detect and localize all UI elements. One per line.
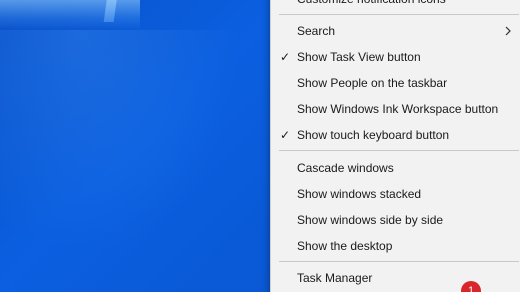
menu-item-label: Task Manager (297, 271, 373, 285)
menu-item-cascade-windows[interactable]: Cascade windows (271, 156, 520, 180)
menu-item-label: Show Windows Ink Workspace button (297, 102, 499, 116)
menu-item-show-task-view[interactable]: ✓ Show Task View button (271, 45, 520, 69)
menu-item-search[interactable]: Search (271, 19, 520, 43)
menu-item-label: Show touch keyboard button (297, 128, 450, 142)
menu-item-label: Show the desktop (297, 239, 393, 253)
menu-separator (279, 150, 519, 151)
menu-item-show-ink-workspace[interactable]: Show Windows Ink Workspace button (271, 97, 520, 121)
menu-item-label: Show windows side by side (297, 213, 444, 227)
menu-item-task-manager[interactable]: Task Manager (271, 266, 520, 290)
menu-item-show-touch-keyboard[interactable]: ✓ Show touch keyboard button (271, 123, 520, 147)
checkmark-icon: ✓ (280, 128, 291, 142)
checkmark-icon: ✓ (280, 50, 291, 64)
menu-item-label: Customize notification icons (297, 0, 446, 11)
menu-item-label: Show Task View button (297, 50, 421, 64)
menu-item-show-windows-stacked[interactable]: Show windows stacked (271, 182, 520, 206)
wallpaper-light-panel (0, 0, 140, 30)
chevron-right-icon (505, 26, 511, 36)
menu-item-label: Show People on the taskbar (297, 76, 448, 90)
menu-separator (279, 14, 519, 15)
menu-item-customize-notification-icons[interactable]: Customize notification icons (271, 0, 520, 11)
menu-item-show-windows-side-by-side[interactable]: Show windows side by side (271, 208, 520, 232)
desktop-wallpaper (0, 30, 270, 292)
taskbar-context-menu: Customize notification icons Search ✓ Sh… (270, 0, 520, 292)
menu-item-show-desktop[interactable]: Show the desktop (271, 234, 520, 258)
menu-item-label: Show windows stacked (297, 187, 422, 201)
menu-item-label: Search (297, 24, 336, 38)
menu-separator (279, 261, 519, 262)
menu-item-show-people[interactable]: Show People on the taskbar (271, 71, 520, 95)
screen: Customize notification icons Search ✓ Sh… (0, 0, 520, 292)
menu-item-label: Cascade windows (297, 161, 394, 175)
